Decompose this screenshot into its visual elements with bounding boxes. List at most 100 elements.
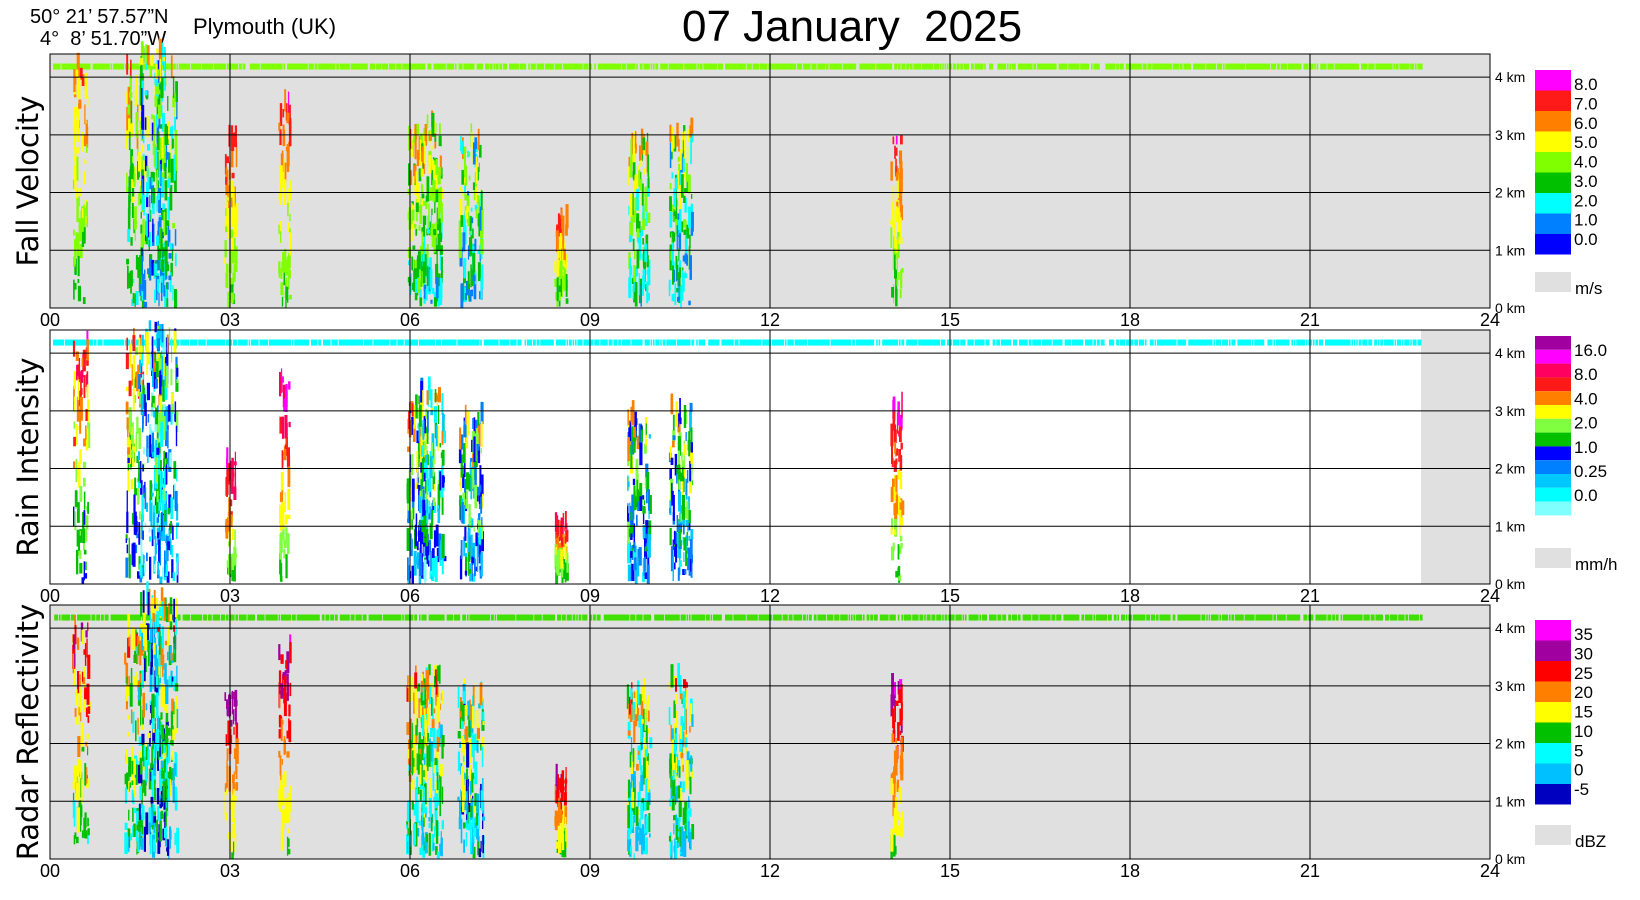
echo-cell	[683, 519, 685, 525]
echo-cell	[899, 535, 903, 542]
status-band-mark	[590, 63, 593, 70]
echo-cell	[430, 299, 433, 304]
status-band-mark	[452, 63, 455, 70]
echo-cell	[147, 268, 149, 275]
echo-cell	[77, 279, 80, 284]
echo-cell	[441, 449, 445, 466]
echo-cell	[644, 572, 648, 579]
status-band-mark	[1407, 339, 1410, 346]
status-band-mark	[253, 614, 255, 621]
echo-cell	[166, 493, 168, 502]
status-band-mark	[98, 614, 101, 621]
echo-cell	[459, 186, 461, 191]
echo-cell	[480, 448, 482, 454]
status-band-mark	[650, 63, 653, 70]
status-band-mark	[823, 63, 825, 70]
echo-cell	[676, 473, 678, 484]
status-band-mark	[1287, 339, 1290, 346]
status-band-mark	[332, 614, 335, 621]
echo-cell	[419, 204, 423, 225]
echo-cell	[900, 442, 903, 450]
status-band-mark	[353, 614, 355, 621]
status-band-mark	[636, 63, 638, 70]
status-band-mark	[570, 339, 572, 346]
echo-cell	[463, 146, 467, 153]
echo-cell	[158, 292, 160, 307]
status-band-mark	[1055, 63, 1057, 70]
echo-cell	[141, 145, 144, 152]
echo-cell	[130, 449, 134, 459]
echo-cell	[148, 536, 151, 542]
echo-cell	[153, 411, 156, 418]
echo-cell	[684, 569, 687, 575]
echo-cell	[558, 292, 561, 301]
echo-cell	[632, 478, 636, 486]
echo-cell	[627, 437, 630, 462]
status-band-mark	[93, 614, 96, 621]
echo-cell	[156, 196, 158, 212]
echo-cell	[432, 179, 436, 202]
status-band-mark	[876, 339, 878, 346]
echo-cell	[151, 336, 154, 358]
status-band-mark	[950, 339, 953, 346]
echo-cell	[668, 283, 671, 297]
status-band-mark	[1415, 339, 1417, 346]
echo-cell	[149, 258, 152, 281]
echo-cell	[160, 530, 162, 541]
status-band-mark	[1391, 63, 1393, 70]
status-band-mark	[1220, 63, 1223, 70]
echo-cell	[671, 127, 674, 152]
status-band-mark	[379, 63, 381, 70]
echo-cell	[470, 534, 473, 557]
echo-cell	[146, 552, 148, 562]
echo-cell	[146, 382, 150, 401]
echo-cell	[466, 472, 469, 490]
echo-cell	[645, 538, 647, 544]
status-band-mark	[1381, 339, 1383, 346]
echo-cell	[151, 395, 155, 404]
status-band-mark	[227, 614, 229, 621]
echo-cell	[895, 172, 899, 181]
status-band-mark	[689, 339, 691, 346]
echo-cell	[226, 483, 228, 497]
echo-cell	[86, 384, 89, 398]
echo-cell	[901, 517, 903, 526]
echo-cell	[165, 457, 169, 465]
status-band-mark	[1065, 63, 1068, 70]
status-band-mark	[681, 63, 684, 70]
status-band-mark	[896, 339, 899, 346]
echo-cell	[648, 434, 651, 439]
echo-cell	[155, 361, 159, 378]
echo-cell	[158, 412, 161, 429]
echo-cell	[901, 391, 903, 418]
echo-cell	[473, 436, 476, 463]
echo-cell	[171, 138, 174, 149]
panel-title: Rain Intensity	[11, 357, 45, 556]
status-band-mark	[717, 339, 720, 346]
echo-cell	[158, 358, 162, 370]
status-band-mark	[963, 339, 966, 346]
status-band-mark	[1184, 339, 1187, 346]
echo-cell	[895, 288, 898, 307]
echo-cell	[144, 90, 148, 96]
echo-cell	[407, 188, 410, 195]
echo-cell	[159, 470, 162, 483]
echo-cell	[439, 295, 443, 305]
echo-cell	[439, 278, 443, 299]
echo-cell	[130, 100, 133, 126]
echo-cell	[138, 151, 141, 172]
echo-cell	[169, 452, 172, 467]
echo-cell	[176, 379, 179, 383]
echo-cell	[556, 277, 559, 302]
echo-cell	[413, 404, 416, 429]
echo-cell	[678, 479, 681, 490]
status-band-mark	[564, 339, 566, 346]
echo-cell	[562, 260, 566, 265]
echo-cell	[77, 255, 80, 277]
echo-cell	[285, 146, 289, 152]
echo-cell	[428, 135, 432, 141]
status-band-mark	[1226, 339, 1229, 346]
status-band-mark	[68, 614, 71, 621]
status-band-mark	[650, 339, 653, 346]
status-band-mark	[402, 614, 404, 621]
